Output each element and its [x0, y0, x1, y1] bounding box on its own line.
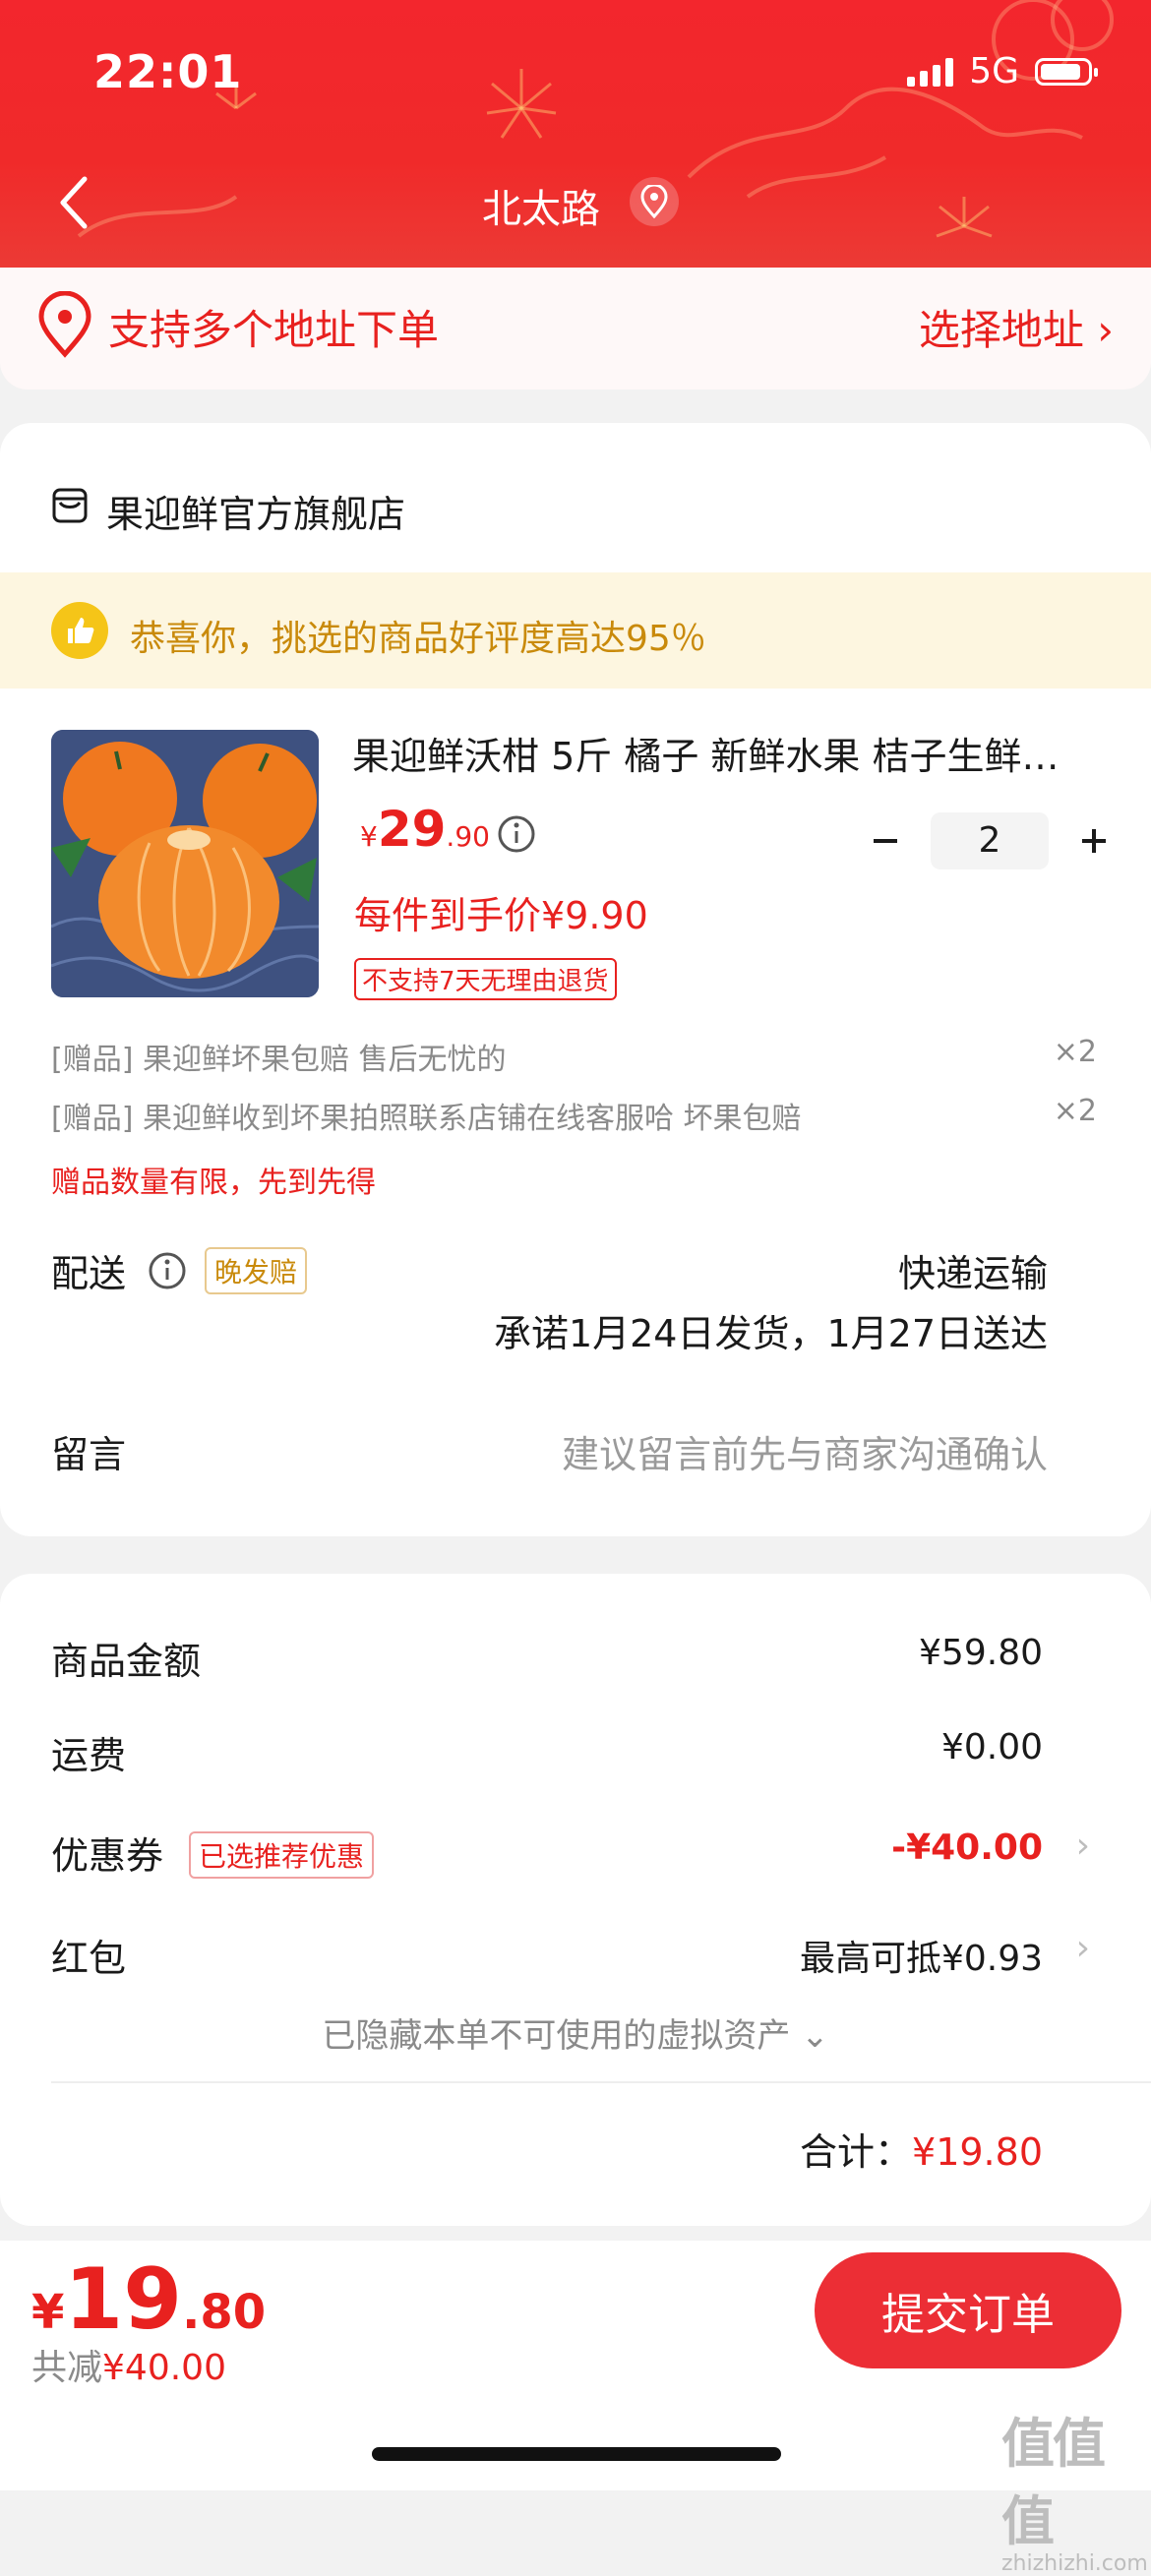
- red-packet-value[interactable]: 最高可抵¥0.93: [800, 1930, 1043, 1981]
- product-title[interactable]: 果迎鲜沃柑 5斤 橘子 新鲜水果 桔子生鲜…: [352, 726, 1100, 780]
- watermark: 值值值 zhizhizhi.com: [1001, 2413, 1148, 2576]
- quantity-stepper: 2: [856, 811, 1123, 870]
- home-indicator: [372, 2447, 781, 2461]
- coupon-tag: 已选推荐优惠: [189, 1831, 375, 1879]
- late-compensation-tag: 晚发赔: [205, 1247, 308, 1294]
- praise-text: 恭喜你，挑选的商品好评度高达95％: [130, 619, 706, 659]
- red-packet-label: 红包: [51, 1937, 127, 1980]
- coupon-label: 优惠券: [51, 1834, 164, 1878]
- price-info-icon[interactable]: [497, 814, 536, 854]
- coupon-value[interactable]: -¥40.00: [891, 1827, 1043, 1868]
- location-icon[interactable]: [630, 177, 679, 226]
- divider: [51, 2081, 1151, 2083]
- address-bar[interactable]: 支持多个地址下单 选择地址 ›: [0, 268, 1151, 389]
- hidden-assets-toggle[interactable]: 已隐藏本单不可使用的虚拟资产 ⌄: [0, 2008, 1151, 2057]
- multi-address-hint: 支持多个地址下单: [108, 306, 440, 354]
- payable-amount: ¥19.80: [31, 2250, 267, 2349]
- store-name[interactable]: 果迎鲜官方旗舰店: [106, 484, 405, 538]
- status-icons: 5G: [907, 51, 1098, 91]
- praise-banner: 恭喜你，挑选的商品好评度高达95％: [0, 572, 1151, 689]
- chevron-right-icon[interactable]: ›: [1076, 1928, 1090, 1968]
- delivery-info-icon[interactable]: [148, 1251, 187, 1290]
- gift-item: [赠品] 果迎鲜收到坏果拍照联系店铺在线客服哈 坏果包赔: [51, 1102, 802, 1136]
- per-item-price: 每件到手价¥9.90: [354, 894, 648, 937]
- gift-note: 赠品数量有限，先到先得: [51, 1166, 376, 1200]
- shipping-fee-label: 运费: [51, 1734, 127, 1777]
- total-discount: 共减¥40.00: [31, 2348, 226, 2388]
- shipping-promise: 承诺1月24日发货，1月27日送达: [493, 1312, 1048, 1355]
- status-time: 22:01: [93, 45, 243, 98]
- gift-qty: ×2: [1053, 1094, 1097, 1128]
- order-item-card: 果迎鲜官方旗舰店 恭喜你，挑选的商品好评度高达95％ 果迎鲜沃柑 5斤 橘子 新…: [0, 423, 1151, 1536]
- shipping-fee-value: ¥0.00: [940, 1727, 1043, 1767]
- return-policy-tag: 不支持7天无理由退货: [354, 958, 617, 1000]
- location-pin-icon: [38, 291, 91, 358]
- checkout-bar: ¥19.80 共减¥40.00 提交订单 值值值 zhizhizhi.com: [0, 2241, 1151, 2576]
- order-total: 合计：¥19.80: [800, 2130, 1043, 2174]
- gift-qty: ×2: [1053, 1035, 1097, 1069]
- header-title: 北太路: [482, 187, 600, 232]
- shipping-method: 快递运输: [897, 1252, 1048, 1295]
- gift-item: [赠品] 果迎鲜坏果包赔 售后无忧的: [51, 1043, 507, 1077]
- thumbs-up-icon: [51, 602, 108, 659]
- message-label: 留言: [51, 1433, 127, 1476]
- network-label: 5G: [969, 51, 1019, 91]
- product-image[interactable]: [51, 730, 319, 997]
- goods-amount-label: 商品金额: [51, 1640, 202, 1683]
- decrease-button[interactable]: [856, 811, 915, 870]
- product-price: ¥29.90: [360, 801, 490, 858]
- store-icon: [52, 488, 88, 523]
- delivery-label: 配送: [51, 1252, 127, 1295]
- message-input[interactable]: 建议留言前先与商家沟通确认: [562, 1424, 1048, 1478]
- chevron-right-icon[interactable]: ›: [1076, 1826, 1090, 1866]
- header: 22:01 5G 北太路: [0, 0, 1151, 268]
- battery-icon: [1035, 57, 1098, 86]
- submit-order-button[interactable]: 提交订单: [815, 2252, 1121, 2368]
- increase-button[interactable]: [1064, 811, 1123, 870]
- fee-summary-card: 商品金额 ¥59.80 运费 ¥0.00 优惠券 已选推荐优惠 -¥40.00 …: [0, 1574, 1151, 2226]
- goods-amount-value: ¥59.80: [919, 1633, 1043, 1673]
- select-address-link[interactable]: 选择地址 ›: [919, 297, 1114, 357]
- quantity-input[interactable]: 2: [931, 812, 1049, 869]
- signal-icon: [907, 57, 954, 87]
